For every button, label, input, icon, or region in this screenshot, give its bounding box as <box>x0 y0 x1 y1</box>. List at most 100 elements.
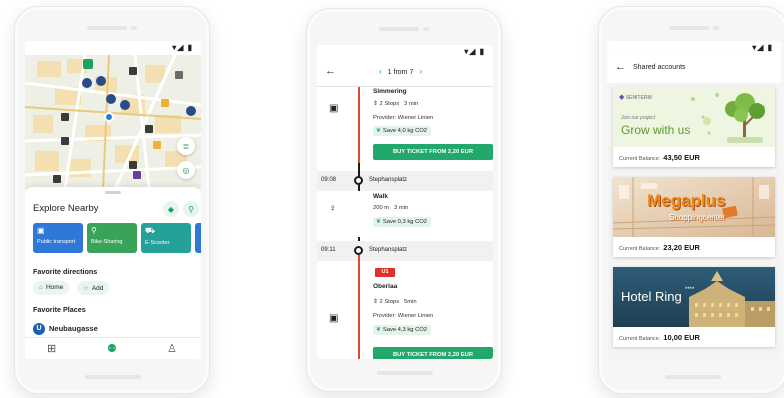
place-name[interactable]: Neubaugasse <box>49 324 98 333</box>
balance-value: 10,00 EUR <box>663 333 700 342</box>
home-bar <box>85 375 141 379</box>
segment-card <box>351 261 493 359</box>
map-view[interactable]: ≣ ◎ <box>25 54 201 190</box>
pager-text: 1 from 7 <box>387 69 414 76</box>
locate-button[interactable]: ◎ <box>177 161 195 179</box>
stop-time: 09:11 <box>321 247 336 253</box>
leaf-icon: ❦ <box>376 128 381 134</box>
route-screen: ▾◢ ▮ ← ‹ 1 from 7 › ▣ Simmering ⇕ 2 Stops … <box>317 45 493 359</box>
balance-label: Current Balance: <box>619 156 661 162</box>
brand-name: SENITERM <box>625 95 652 101</box>
home-bar <box>377 371 433 375</box>
account-card[interactable]: Hotel Ring **** Current Balance: 10,00 EU… <box>613 267 775 347</box>
scooter-icon: ⛟ <box>145 226 156 235</box>
chip-add[interactable]: ☆ Add <box>77 281 110 295</box>
back-arrow-icon[interactable]: ← <box>325 65 336 77</box>
walk-distance: 200 m <box>373 205 390 211</box>
tile-bike-sharing[interactable]: ⚲ Bike-Sharing <box>87 223 137 253</box>
showcase-stage: ▾◢ ▮ ≣ ◎ Explore Nearby ◆ ⚲ ▣ Public tra… <box>0 0 784 398</box>
balance-row: Current Balance: 23,20 EUR <box>619 243 700 252</box>
home-bar <box>665 375 721 379</box>
buy-ticket-button[interactable]: BUY TICKET FROM 2,20 EUR <box>373 144 493 160</box>
status-bar: ▾◢ ▮ <box>464 47 485 56</box>
segment-stops: ⇕ 2 Stops 3 min <box>373 101 418 107</box>
directions-button[interactable]: ◆ <box>163 201 179 217</box>
banner-tagline: Join our project <box>621 115 656 121</box>
explore-screen: ▾◢ ▮ ≣ ◎ Explore Nearby ◆ ⚲ ▣ Public tra… <box>25 41 201 359</box>
segment-provider: Provider: Wiener Linien <box>373 313 434 319</box>
camera <box>423 27 429 31</box>
chip-label: Home <box>45 284 64 291</box>
co2-badge: ❦ Save 4,0 kg CO2 <box>373 126 432 136</box>
search-button[interactable]: ⚲ <box>183 201 199 217</box>
account-card[interactable]: ◆ SENITERM Join our project Grow with us… <box>613 87 775 167</box>
stop-name: Stephansplatz <box>369 247 408 253</box>
tile-overflow <box>195 223 201 253</box>
rating-stars: **** <box>685 287 695 293</box>
balance-row: Current Balance: 10,00 EUR <box>619 333 700 342</box>
stop-dot <box>354 176 363 185</box>
bike-icon: ⚲ <box>91 226 97 235</box>
account-card[interactable]: Megaplus Shoppingcenter Current Balance:… <box>613 177 775 257</box>
buy-ticket-button[interactable]: BUY TICKET FROM 2,20 EUR <box>373 347 493 359</box>
tile-label: Public transport <box>37 239 76 245</box>
segment-destination: Oberlaa <box>373 283 398 290</box>
bottom-nav: ⊞ ⚉ ♙ <box>25 337 201 359</box>
route-header: ← ‹ 1 from 7 › <box>317 59 493 87</box>
banner-headline: Grow with us <box>621 123 691 137</box>
segment-provider: Provider: Wiener Linien <box>373 115 434 121</box>
stop-dot <box>354 246 363 255</box>
crosshair-icon: ◎ <box>182 165 190 175</box>
speaker <box>669 26 709 30</box>
tile-label: E-Scooter <box>145 240 170 246</box>
line-badge: U1 <box>375 268 395 277</box>
stop-time: 09:08 <box>321 177 337 183</box>
star-icon: ☆ <box>83 285 89 292</box>
brand-logo: ◆ SENITERM <box>619 93 652 101</box>
prev-chevron-icon[interactable]: ‹ <box>379 67 382 76</box>
chip-home[interactable]: ⌂ Home <box>33 281 70 295</box>
back-arrow-icon[interactable]: ← <box>615 61 626 73</box>
explore-sheet: Explore Nearby ◆ ⚲ ▣ Public transport ⚲ … <box>25 187 201 359</box>
stop-row: 09:08 Stephansplatz <box>317 171 493 191</box>
bus-icon: ▣ <box>37 226 45 235</box>
logo-icon: ◆ <box>619 94 625 101</box>
subway-badge-icon: U <box>33 323 45 335</box>
walk-icon: ♀ <box>329 203 337 214</box>
sheet-title: Explore Nearby <box>33 203 99 214</box>
layers-icon: ≣ <box>182 141 190 151</box>
profile-icon[interactable]: ♙ <box>167 342 177 355</box>
segment-stops: ⇕ 2 Stops 5min <box>373 299 417 305</box>
balance-row: Current Balance: 43,50 EUR <box>619 153 700 162</box>
co2-badge: ❦ Save 4,3 kg CO2 <box>373 325 432 335</box>
banner-grow: ◆ SENITERM Join our project Grow with us <box>613 87 775 147</box>
brand-name: Megaplus <box>647 191 726 210</box>
walk-duration: 3 min <box>393 205 409 211</box>
tile-e-scooter[interactable]: ⛟ E-Scooter <box>141 223 191 253</box>
leaf-icon: ❦ <box>376 327 381 333</box>
walk-meta: 200 m 3 min <box>373 205 408 211</box>
explore-person-icon[interactable]: ⚉ <box>107 342 117 355</box>
tile-public-transport[interactable]: ▣ Public transport <box>33 223 83 253</box>
co2-text: Save 0,3 kg CO2 <box>382 219 428 225</box>
grid-icon[interactable]: ⊞ <box>47 342 56 355</box>
duration-text: 3 min <box>404 101 419 107</box>
layers-button[interactable]: ≣ <box>177 137 195 155</box>
balance-value: 43,50 EUR <box>663 153 700 162</box>
route-line-tram <box>358 87 360 163</box>
speaker <box>379 27 419 31</box>
accounts-header: ← Shared accounts <box>607 55 781 83</box>
co2-text: Save 4,3 kg CO2 <box>382 327 428 333</box>
stop-name: Stephansplatz <box>369 177 408 183</box>
sheet-handle[interactable] <box>105 191 121 194</box>
camera <box>713 26 719 30</box>
next-chevron-icon[interactable]: › <box>419 67 422 76</box>
duration-text: 5min <box>404 299 417 305</box>
accounts-screen: ▾◢ ▮ ← Shared accounts ◆ SENITERM Join o… <box>607 41 781 359</box>
search-icon: ⚲ <box>188 204 194 214</box>
brand-sub: Shoppingcenter <box>669 213 726 222</box>
stops-text: 2 Stops <box>379 299 400 305</box>
segment-destination: Simmering <box>373 88 407 95</box>
route-pager: ‹ 1 from 7 › <box>373 67 428 76</box>
co2-text: Save 4,0 kg CO2 <box>382 128 428 134</box>
